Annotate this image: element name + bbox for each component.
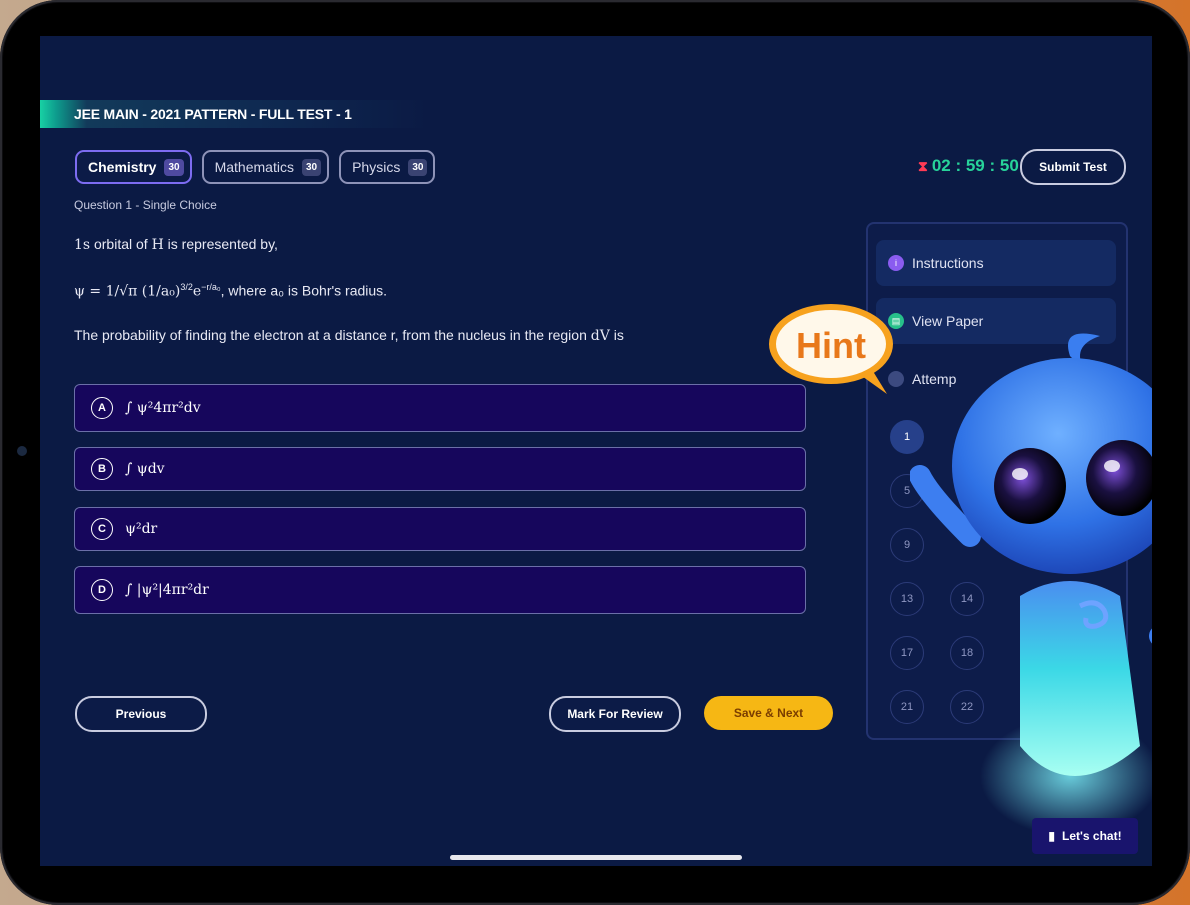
mark-for-review-button[interactable]: Mark For Review	[549, 696, 681, 732]
option-text: ψ²dr	[125, 521, 158, 537]
test-title-banner: JEE MAIN - 2021 PATTERN - FULL TEST - 1	[40, 100, 430, 128]
option-letter: D	[91, 579, 113, 601]
option-text: ∫ |ψ²|4πr²dr	[125, 582, 209, 598]
option-text: ∫ ψdv	[125, 461, 165, 477]
instructions-item[interactable]: i Instructions	[876, 240, 1116, 286]
chat-label: Let's chat!	[1062, 829, 1122, 843]
question-text: is	[609, 327, 624, 343]
formula-exponent: 3/2	[180, 282, 193, 292]
instructions-icon: i	[888, 255, 904, 271]
question-meta: Question 1 - Single Choice	[74, 198, 217, 212]
question-text: orbital of	[90, 236, 152, 252]
question-text: The probability of finding the electron …	[74, 327, 587, 343]
submit-test-button[interactable]: Submit Test	[1020, 149, 1126, 185]
save-next-button[interactable]: Save & Next	[704, 696, 833, 730]
tab-label: Physics	[352, 159, 401, 175]
volume-element: dV	[590, 328, 610, 344]
tablet-frame: JEE MAIN - 2021 PATTERN - FULL TEST - 1 …	[0, 0, 1190, 905]
question-count-badge: 30	[301, 158, 322, 176]
atom-symbol: H	[151, 237, 164, 253]
countdown-timer: ⧗ 02 : 59 : 50	[918, 156, 1019, 176]
hint-label: Hint	[796, 325, 866, 366]
timer-value: 02 : 59 : 50	[931, 156, 1019, 175]
formula-exp-base: e	[192, 283, 202, 300]
question-text: is represented by,	[163, 236, 278, 252]
formula-exponent: −r/a₀	[201, 282, 221, 292]
question-text: , where a₀ is Bohr's radius.	[220, 282, 388, 299]
option-d[interactable]: D ∫ |ψ²|4πr²dr	[74, 566, 806, 614]
lets-chat-button[interactable]: ▮ Let's chat!	[1032, 818, 1138, 854]
panel-item-label: Instructions	[912, 255, 984, 271]
question-line-3: The probability of finding the electron …	[74, 327, 624, 344]
question-count-badge: 30	[164, 158, 184, 176]
orbital-label: 1s	[74, 237, 91, 253]
wavefunction-formula: ψ = 1/√π (1/a₀)	[74, 283, 181, 300]
hourglass-icon: ⧗	[918, 157, 928, 174]
subject-tabs: Chemistry 30 Mathematics 30 Physics 30	[75, 150, 436, 184]
chat-bubble-icon: ▮	[1048, 829, 1056, 843]
option-letter: B	[91, 458, 113, 480]
option-a[interactable]: A ∫ ψ²4πr²dv	[74, 384, 806, 432]
option-text: ∫ ψ²4πr²dv	[125, 400, 201, 416]
tab-chemistry[interactable]: Chemistry 30	[75, 150, 192, 184]
option-b[interactable]: B ∫ ψdv	[74, 447, 806, 491]
app-screen: JEE MAIN - 2021 PATTERN - FULL TEST - 1 …	[40, 36, 1152, 866]
question-count-badge: 30	[408, 158, 428, 176]
option-c[interactable]: C ψ²dr	[74, 507, 806, 551]
tab-label: Chemistry	[88, 159, 157, 175]
option-letter: C	[91, 518, 113, 540]
tab-physics[interactable]: Physics 30	[339, 150, 436, 184]
home-indicator	[450, 855, 742, 860]
tab-label: Mathematics	[214, 159, 294, 175]
option-letter: A	[91, 397, 113, 419]
tab-mathematics[interactable]: Mathematics 30	[201, 150, 330, 184]
hint-bubble[interactable]: Hint	[767, 302, 895, 394]
test-title: JEE MAIN - 2021 PATTERN - FULL TEST - 1	[74, 106, 352, 122]
mascot-character	[910, 333, 1152, 836]
question-line-1: 1s orbital of H is represented by,	[74, 236, 278, 253]
camera-dot	[17, 446, 27, 456]
question-line-2: ψ = 1/√π (1/a₀)3/2e−r/a₀, where a₀ is Bo…	[74, 282, 387, 300]
previous-button[interactable]: Previous	[75, 696, 207, 732]
